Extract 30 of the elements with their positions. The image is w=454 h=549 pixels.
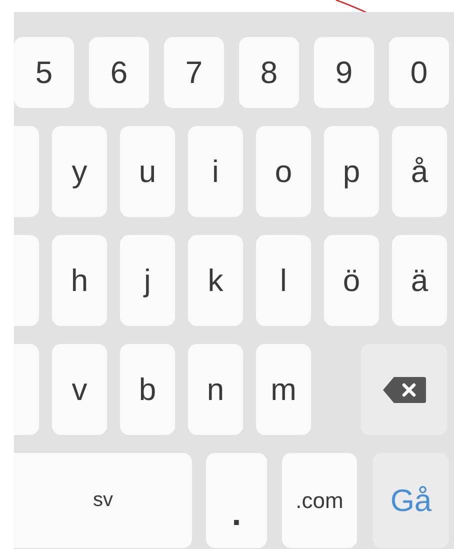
key[interactable]: 5: [14, 37, 74, 108]
key[interactable]: y: [52, 126, 107, 217]
key[interactable]: l: [256, 235, 311, 326]
key[interactable]: b: [120, 344, 175, 435]
key[interactable]: 7: [164, 37, 224, 108]
key[interactable]: [14, 344, 39, 435]
backspace-key[interactable]: [361, 344, 447, 435]
key[interactable]: ö: [324, 235, 379, 326]
key[interactable]: i: [188, 126, 243, 217]
key[interactable]: v: [52, 344, 107, 435]
key[interactable]: 8: [239, 37, 299, 108]
key[interactable]: j: [120, 235, 175, 326]
period-key[interactable]: .: [206, 453, 267, 548]
space-key[interactable]: sv: [14, 453, 192, 548]
key[interactable]: ä: [392, 235, 447, 326]
key[interactable]: m: [256, 344, 311, 435]
key[interactable]: h: [52, 235, 107, 326]
key[interactable]: 9: [314, 37, 374, 108]
backspace-icon: [382, 376, 426, 404]
key[interactable]: 6: [89, 37, 149, 108]
dot-com-key[interactable]: .com: [282, 453, 357, 548]
key[interactable]: n: [188, 344, 243, 435]
key[interactable]: [14, 235, 39, 326]
key[interactable]: u: [120, 126, 175, 217]
key[interactable]: k: [188, 235, 243, 326]
key[interactable]: o: [256, 126, 311, 217]
key[interactable]: å: [392, 126, 447, 217]
key[interactable]: [14, 126, 39, 217]
key[interactable]: 0: [389, 37, 449, 108]
key[interactable]: p: [324, 126, 379, 217]
